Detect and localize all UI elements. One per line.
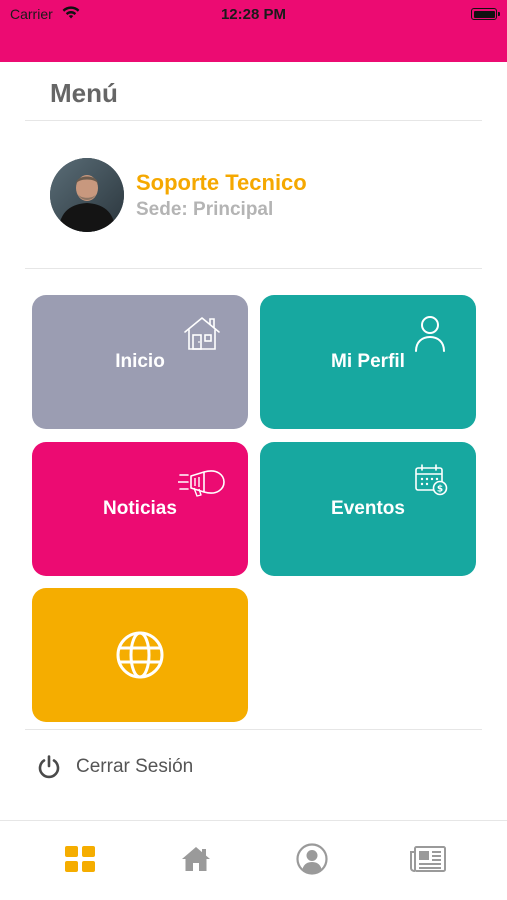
tile-eventos[interactable]: $ Eventos xyxy=(260,442,476,576)
logout-divider xyxy=(25,729,482,730)
newspaper-icon xyxy=(410,846,446,872)
avatar-photo xyxy=(50,158,124,232)
logout-button[interactable]: Cerrar Sesión xyxy=(36,752,193,782)
header-divider xyxy=(25,120,482,121)
tab-profile[interactable] xyxy=(292,839,332,879)
profile-divider xyxy=(25,268,482,269)
tab-home[interactable] xyxy=(176,839,216,879)
tile-web[interactable] xyxy=(32,588,248,722)
status-bar: Carrier 12:28 PM xyxy=(0,0,507,62)
tile-inicio-label: Inicio xyxy=(115,351,165,372)
profile-name: Soporte Tecnico xyxy=(136,170,307,195)
avatar[interactable] xyxy=(50,158,124,232)
tile-mi-perfil[interactable]: Mi Perfil xyxy=(260,295,476,429)
page-title: Menú xyxy=(50,78,118,108)
logout-label: Cerrar Sesión xyxy=(76,756,194,777)
tab-bar xyxy=(0,820,507,900)
status-time: 12:28 PM xyxy=(220,6,287,23)
battery-icon xyxy=(471,8,500,20)
profile-sede: Sede: Principal xyxy=(136,199,274,220)
tab-menu[interactable] xyxy=(60,839,100,879)
tile-mi-perfil-label: Mi Perfil xyxy=(331,351,405,372)
tile-inicio[interactable]: Inicio xyxy=(32,295,248,429)
tile-noticias[interactable]: Noticias xyxy=(32,442,248,576)
tile-eventos-label: Eventos xyxy=(331,498,405,519)
tab-news[interactable] xyxy=(408,839,448,879)
home-icon xyxy=(182,847,210,871)
user-icon xyxy=(296,843,328,875)
grid-icon xyxy=(65,846,95,872)
power-icon xyxy=(38,755,60,779)
tile-noticias-label: Noticias xyxy=(103,498,177,519)
tile-web-label xyxy=(32,588,248,722)
